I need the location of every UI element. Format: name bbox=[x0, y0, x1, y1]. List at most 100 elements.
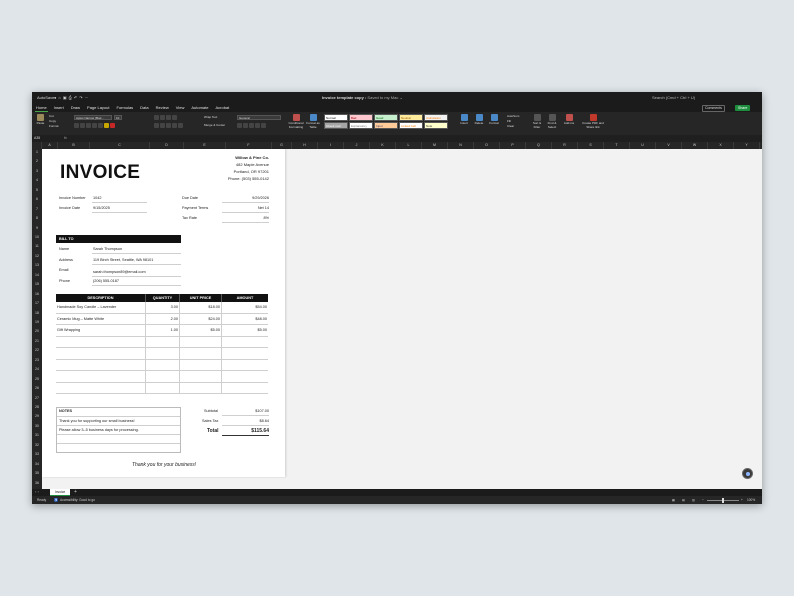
row-header[interactable]: 19 bbox=[32, 320, 42, 324]
column-header[interactable]: Q bbox=[526, 142, 552, 149]
column-header[interactable]: B bbox=[58, 142, 90, 149]
row-header[interactable]: 3 bbox=[32, 169, 42, 173]
copy-button[interactable]: Copy bbox=[49, 119, 56, 123]
item-quantity[interactable]: 3.00 bbox=[146, 302, 180, 314]
redo-icon[interactable]: ↷ bbox=[79, 95, 82, 100]
row-header[interactable]: 36 bbox=[32, 481, 42, 485]
tab-home[interactable]: Home bbox=[35, 105, 48, 112]
row-header[interactable]: 26 bbox=[32, 386, 42, 390]
tab-page-layout[interactable]: Page Layout bbox=[86, 105, 110, 112]
row-header[interactable]: 25 bbox=[32, 377, 42, 381]
item-quantity[interactable]: 2.00 bbox=[146, 313, 180, 325]
number-format-select[interactable]: General bbox=[237, 115, 281, 120]
sort-filter-button[interactable]: Sort & Filter bbox=[530, 114, 544, 129]
column-header[interactable]: L bbox=[396, 142, 422, 149]
font-size-select[interactable]: 10 bbox=[114, 115, 122, 120]
bill-to-name-value[interactable]: Sarah Thompson bbox=[93, 247, 122, 251]
item-quantity[interactable] bbox=[146, 382, 180, 394]
item-unit-price[interactable] bbox=[180, 382, 222, 394]
column-header[interactable]: Y bbox=[734, 142, 760, 149]
worksheet-grid[interactable]: INVOICE Willow & Pine Co. 482 Maple Aven… bbox=[42, 149, 762, 489]
column-header[interactable]: D bbox=[150, 142, 184, 149]
cell-style-normal[interactable]: Normal bbox=[324, 114, 348, 121]
bill-to-email-value[interactable]: sarah.thompson89@email.com bbox=[93, 270, 146, 274]
fx-icon[interactable]: fx bbox=[64, 136, 67, 140]
row-header[interactable]: 7 bbox=[32, 207, 42, 211]
clear-button[interactable]: Clear bbox=[507, 124, 514, 128]
item-description[interactable]: Gift Wrapping bbox=[56, 325, 146, 337]
fill-color-icon[interactable] bbox=[104, 123, 109, 128]
tab-insert[interactable]: Insert bbox=[53, 105, 65, 112]
currency-icon[interactable] bbox=[237, 123, 242, 128]
tab-formulas[interactable]: Formulas bbox=[116, 105, 135, 112]
item-amount[interactable]: $48.00 bbox=[222, 314, 268, 326]
row-header[interactable]: 11 bbox=[32, 244, 42, 248]
bill-to-phone-value[interactable]: (206) 555-0187 bbox=[93, 279, 119, 283]
format-cells-button[interactable]: Format bbox=[487, 114, 501, 126]
item-amount[interactable] bbox=[222, 371, 268, 383]
zoom-slider-handle[interactable] bbox=[722, 498, 724, 503]
accessibility-icon[interactable]: ♿ bbox=[54, 498, 58, 502]
underline-icon[interactable] bbox=[86, 123, 91, 128]
font-name-select[interactable]: Aptos Narrow (Bod... bbox=[74, 115, 112, 120]
item-unit-price[interactable] bbox=[180, 336, 222, 348]
row-header[interactable]: 23 bbox=[32, 358, 42, 362]
row-header[interactable]: 20 bbox=[32, 329, 42, 333]
column-header[interactable]: F bbox=[226, 142, 272, 149]
increase-indent-icon[interactable] bbox=[178, 123, 183, 128]
row-header[interactable]: 33 bbox=[32, 452, 42, 456]
cell-style-neutral[interactable]: Neutral bbox=[399, 114, 423, 121]
align-bottom-icon[interactable] bbox=[166, 115, 171, 120]
row-header[interactable]: 22 bbox=[32, 348, 42, 352]
item-unit-price[interactable] bbox=[180, 348, 222, 360]
insert-cells-button[interactable]: Insert bbox=[457, 114, 471, 126]
share-button[interactable]: Share bbox=[735, 105, 751, 111]
item-unit-price[interactable] bbox=[180, 359, 222, 371]
accessibility-status[interactable]: Accessibility: Good to go bbox=[60, 498, 95, 502]
row-header[interactable]: 5 bbox=[32, 188, 42, 192]
item-description[interactable] bbox=[56, 359, 146, 371]
zoom-level[interactable]: 100% bbox=[747, 498, 755, 502]
row-header[interactable]: 9 bbox=[32, 226, 42, 230]
sheet-nav-arrows-icon[interactable]: ‹ › bbox=[35, 489, 39, 495]
invoice-date-value[interactable]: 9/15/2025 bbox=[93, 206, 110, 210]
cell-style-linked-cell[interactable]: Linked Cell bbox=[399, 122, 423, 129]
select-all-corner[interactable] bbox=[32, 142, 42, 149]
item-description[interactable]: Ceramic Mug – Matte White bbox=[56, 313, 146, 325]
add-ins-button[interactable]: Add-ins bbox=[562, 114, 576, 126]
tab-review[interactable]: Review bbox=[155, 105, 170, 112]
page-break-view-icon[interactable]: ▥ bbox=[692, 498, 695, 502]
delete-cells-button[interactable]: Delete bbox=[472, 114, 486, 126]
item-description[interactable]: Handmade Soy Candle – Lavender bbox=[56, 302, 146, 314]
page-layout-view-icon[interactable]: ▤ bbox=[682, 498, 685, 502]
create-pdf-button[interactable]: Create PDF and Share link bbox=[582, 114, 604, 129]
row-header[interactable]: 17 bbox=[32, 301, 42, 305]
borders-icon[interactable] bbox=[98, 123, 103, 128]
row-header[interactable]: 18 bbox=[32, 311, 42, 315]
notes-line-1[interactable]: Thank you for supporting our small busin… bbox=[59, 419, 135, 423]
row-header[interactable]: 13 bbox=[32, 263, 42, 267]
align-left-icon[interactable] bbox=[154, 123, 159, 128]
cell-style-input[interactable]: Input bbox=[374, 122, 398, 129]
strikethrough-icon[interactable] bbox=[92, 123, 97, 128]
row-header[interactable]: 2 bbox=[32, 159, 42, 163]
column-header[interactable]: E bbox=[184, 142, 226, 149]
item-amount[interactable] bbox=[222, 337, 268, 349]
cell-style-calculation[interactable]: Calculation bbox=[424, 114, 448, 121]
decrease-decimal-icon[interactable] bbox=[261, 123, 266, 128]
undo-icon[interactable]: ↶ bbox=[74, 95, 77, 100]
search-box[interactable]: Search (Cmd + Ctrl + U) bbox=[652, 95, 695, 100]
zoom-out-icon[interactable]: − bbox=[702, 498, 704, 502]
item-amount[interactable] bbox=[222, 348, 268, 360]
column-header[interactable]: P bbox=[500, 142, 526, 149]
item-amount[interactable] bbox=[222, 360, 268, 372]
column-header[interactable]: N bbox=[448, 142, 474, 149]
item-unit-price[interactable]: $24.00 bbox=[180, 313, 222, 325]
font-color-icon[interactable] bbox=[110, 123, 115, 128]
normal-view-icon[interactable]: ▦ bbox=[672, 498, 675, 502]
row-header[interactable]: 4 bbox=[32, 178, 42, 182]
item-unit-price[interactable]: $5.00 bbox=[180, 325, 222, 337]
bill-to-address-value[interactable]: 119 Birch Street, Seattle, WA 98101 bbox=[93, 258, 153, 262]
column-header[interactable]: T bbox=[604, 142, 630, 149]
name-box[interactable]: A35 bbox=[34, 136, 40, 140]
